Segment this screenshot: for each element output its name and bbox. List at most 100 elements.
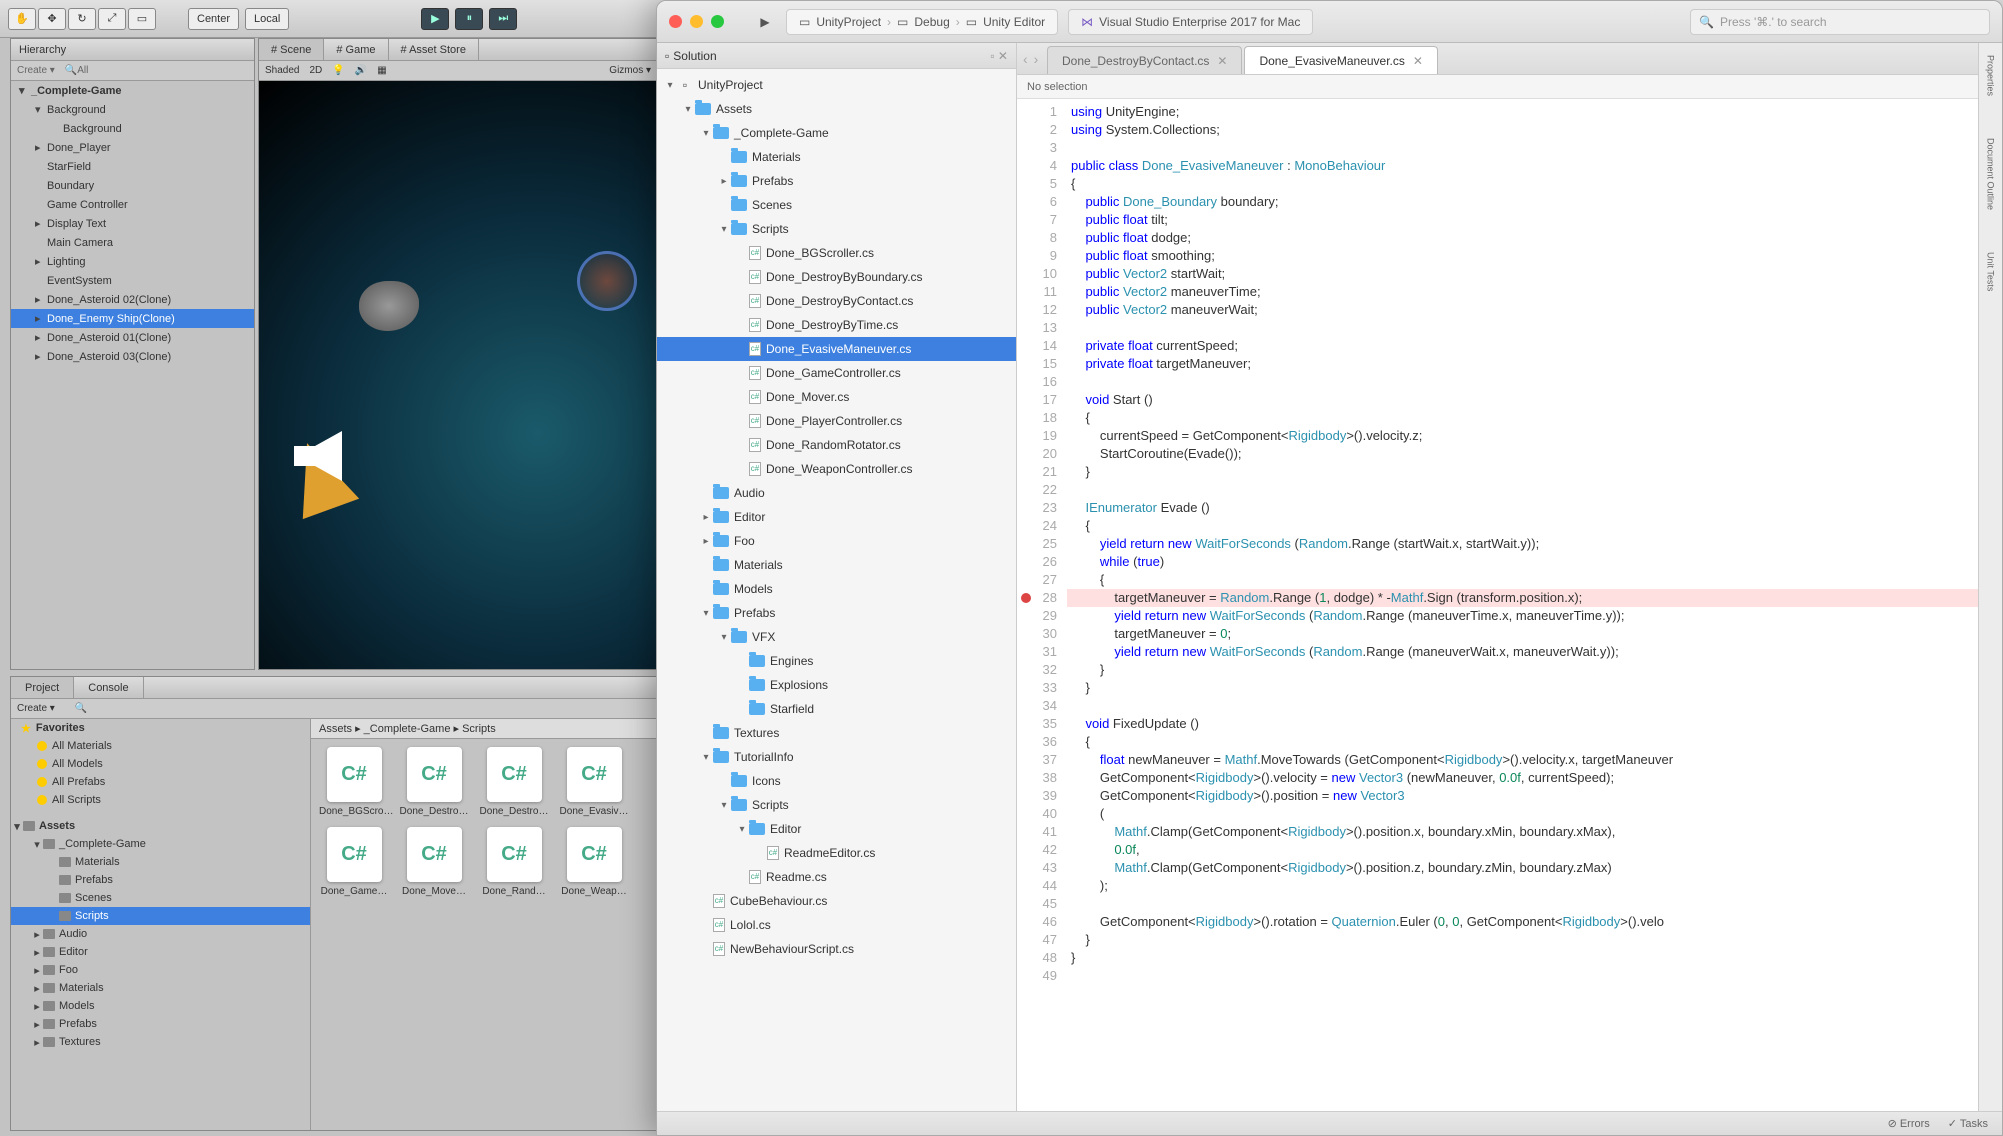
asteroid-object[interactable] bbox=[359, 281, 419, 331]
scene-viewport[interactable] bbox=[259, 81, 657, 669]
assets-nav-item[interactable]: ▸Models bbox=[11, 997, 310, 1015]
nav-forward[interactable]: › bbox=[1032, 49, 1041, 69]
rail-pad[interactable]: Document Outline bbox=[1984, 132, 1998, 216]
favorites-item[interactable]: All Prefabs bbox=[11, 773, 310, 791]
solution-item[interactable]: Starfield bbox=[657, 697, 1016, 721]
assets-nav-item[interactable]: ▸Audio bbox=[11, 925, 310, 943]
solution-item[interactable]: ▾Prefabs bbox=[657, 601, 1016, 625]
solution-item[interactable]: ▸Editor bbox=[657, 505, 1016, 529]
asset-file[interactable]: C#Done_BGScro… bbox=[319, 747, 389, 817]
minimize-window[interactable] bbox=[690, 15, 703, 28]
asset-file[interactable]: C#Done_Weap… bbox=[559, 827, 629, 897]
asset-file[interactable]: C#Done_Destro… bbox=[399, 747, 469, 817]
solution-item[interactable]: ▸Foo bbox=[657, 529, 1016, 553]
solution-item[interactable]: Textures bbox=[657, 721, 1016, 745]
solution-item[interactable]: c#NewBehaviourScript.cs bbox=[657, 937, 1016, 961]
solution-item[interactable]: c#Done_RandomRotator.cs bbox=[657, 433, 1016, 457]
2d-toggle[interactable]: 2D bbox=[309, 65, 322, 76]
hierarchy-item[interactable]: StarField bbox=[11, 157, 254, 176]
assets-nav-item[interactable]: Materials bbox=[11, 853, 310, 871]
close-window[interactable] bbox=[669, 15, 682, 28]
pause-button[interactable]: ⏸ bbox=[455, 8, 483, 30]
rail-pad[interactable]: Properties bbox=[1984, 49, 1998, 102]
solution-item[interactable]: c#Done_EvasiveManeuver.cs bbox=[657, 337, 1016, 361]
scene-tab[interactable]: # Asset Store bbox=[389, 39, 479, 60]
solution-item[interactable]: Materials bbox=[657, 145, 1016, 169]
solution-item[interactable]: ▾Scripts bbox=[657, 793, 1016, 817]
center-toggle[interactable]: Center bbox=[188, 8, 239, 30]
solution-item[interactable]: ▾Editor bbox=[657, 817, 1016, 841]
transform-tool-2[interactable]: ↻ bbox=[68, 8, 96, 30]
solution-item[interactable]: c#Done_GameController.cs bbox=[657, 361, 1016, 385]
hierarchy-item[interactable]: ▸Done_Asteroid 03(Clone) bbox=[11, 347, 254, 366]
tasks-button[interactable]: ✓ Tasks bbox=[1948, 1117, 1988, 1130]
solution-item[interactable]: ▾_Complete-Game bbox=[657, 121, 1016, 145]
close-tab-icon[interactable]: ✕ bbox=[1413, 54, 1423, 68]
solution-item[interactable]: Explosions bbox=[657, 673, 1016, 697]
scene-tab[interactable]: # Scene bbox=[259, 39, 324, 60]
hierarchy-tab[interactable]: Hierarchy bbox=[11, 39, 254, 61]
solution-item[interactable]: Icons bbox=[657, 769, 1016, 793]
nav-back[interactable]: ‹ bbox=[1021, 49, 1030, 69]
transform-tool-3[interactable]: ⤢ bbox=[98, 8, 126, 30]
solution-item[interactable]: Engines bbox=[657, 649, 1016, 673]
hierarchy-item[interactable]: Background bbox=[11, 119, 254, 138]
transform-tool-1[interactable]: ✥ bbox=[38, 8, 66, 30]
hierarchy-item[interactable]: ▾Background bbox=[11, 100, 254, 119]
solution-item[interactable]: c#Lolol.cs bbox=[657, 913, 1016, 937]
hierarchy-item[interactable]: ▸Display Text bbox=[11, 214, 254, 233]
config-selector[interactable]: ▭UnityProject› ▭Debug› ▭Unity Editor bbox=[786, 9, 1058, 35]
hierarchy-item[interactable]: ▾_Complete-Game bbox=[11, 81, 254, 100]
solution-item[interactable]: Materials bbox=[657, 553, 1016, 577]
asset-file[interactable]: C#Done_Game… bbox=[319, 827, 389, 897]
shaded-dropdown[interactable]: Shaded bbox=[265, 65, 299, 76]
solution-item[interactable]: c#Done_DestroyByTime.cs bbox=[657, 313, 1016, 337]
assets-nav-item[interactable]: Scenes bbox=[11, 889, 310, 907]
assets-nav-item[interactable]: Prefabs bbox=[11, 871, 310, 889]
solution-item[interactable]: c#ReadmeEditor.cs bbox=[657, 841, 1016, 865]
maximize-window[interactable] bbox=[711, 15, 724, 28]
breadcrumb[interactable]: Assets ▸ _Complete-Game ▸ Scripts bbox=[311, 719, 657, 739]
transform-tool-4[interactable]: ▭ bbox=[128, 8, 156, 30]
asset-file[interactable]: C#Done_Rand… bbox=[479, 827, 549, 897]
solution-item[interactable]: c#Done_BGScroller.cs bbox=[657, 241, 1016, 265]
favorites-item[interactable]: All Models bbox=[11, 755, 310, 773]
assets-nav-item[interactable]: Scripts bbox=[11, 907, 310, 925]
solution-item[interactable]: c#CubeBehaviour.cs bbox=[657, 889, 1016, 913]
global-search[interactable]: 🔍 Press '⌘.' to search bbox=[1690, 9, 1990, 35]
solution-item[interactable]: c#Done_WeaponController.cs bbox=[657, 457, 1016, 481]
assets-nav-item[interactable]: ▸Materials bbox=[11, 979, 310, 997]
hierarchy-item[interactable]: ▸Lighting bbox=[11, 252, 254, 271]
code-editor[interactable]: 1234567891011121314151617181920212223242… bbox=[1017, 99, 1978, 1111]
editor-tab[interactable]: Done_EvasiveManeuver.cs✕ bbox=[1244, 46, 1437, 74]
console-tab[interactable]: Console bbox=[74, 677, 143, 698]
favorites-item[interactable]: All Materials bbox=[11, 737, 310, 755]
errors-button[interactable]: ⊘ Errors bbox=[1888, 1117, 1930, 1130]
solution-item[interactable]: ▾TutorialInfo bbox=[657, 745, 1016, 769]
editor-tab[interactable]: Done_DestroyByContact.cs✕ bbox=[1047, 46, 1242, 74]
enemy-ship-gizmo[interactable] bbox=[577, 251, 637, 311]
assets-nav-item[interactable]: ▸Prefabs bbox=[11, 1015, 310, 1033]
hierarchy-item[interactable]: Main Camera bbox=[11, 233, 254, 252]
run-button[interactable]: ▶ bbox=[754, 11, 776, 33]
asset-file[interactable]: C#Done_Move… bbox=[399, 827, 469, 897]
hierarchy-item[interactable]: ▸Done_Player bbox=[11, 138, 254, 157]
assets-root[interactable]: ▾Assets bbox=[11, 817, 310, 835]
solution-pad-header[interactable]: ▫ Solution▫ ✕ bbox=[657, 43, 1016, 69]
hierarchy-item[interactable]: ▸Done_Asteroid 01(Clone) bbox=[11, 328, 254, 347]
project-tab[interactable]: Project bbox=[11, 677, 74, 698]
solution-item[interactable]: Audio bbox=[657, 481, 1016, 505]
solution-item[interactable]: ▾VFX bbox=[657, 625, 1016, 649]
gizmos-dropdown[interactable]: Gizmos ▾ bbox=[609, 65, 651, 76]
favorites-item[interactable]: All Scripts bbox=[11, 791, 310, 809]
solution-item[interactable]: c#Readme.cs bbox=[657, 865, 1016, 889]
hierarchy-item[interactable]: ▸Done_Enemy Ship(Clone) bbox=[11, 309, 254, 328]
play-button[interactable]: ▶ bbox=[421, 8, 449, 30]
solution-item[interactable]: ▸Prefabs bbox=[657, 169, 1016, 193]
local-toggle[interactable]: Local bbox=[245, 8, 289, 30]
transform-tool-0[interactable]: ✋ bbox=[8, 8, 36, 30]
asset-file[interactable]: C#Done_Destro… bbox=[479, 747, 549, 817]
hierarchy-item[interactable]: Boundary bbox=[11, 176, 254, 195]
solution-item[interactable]: c#Done_Mover.cs bbox=[657, 385, 1016, 409]
hierarchy-item[interactable]: ▸Done_Asteroid 02(Clone) bbox=[11, 290, 254, 309]
